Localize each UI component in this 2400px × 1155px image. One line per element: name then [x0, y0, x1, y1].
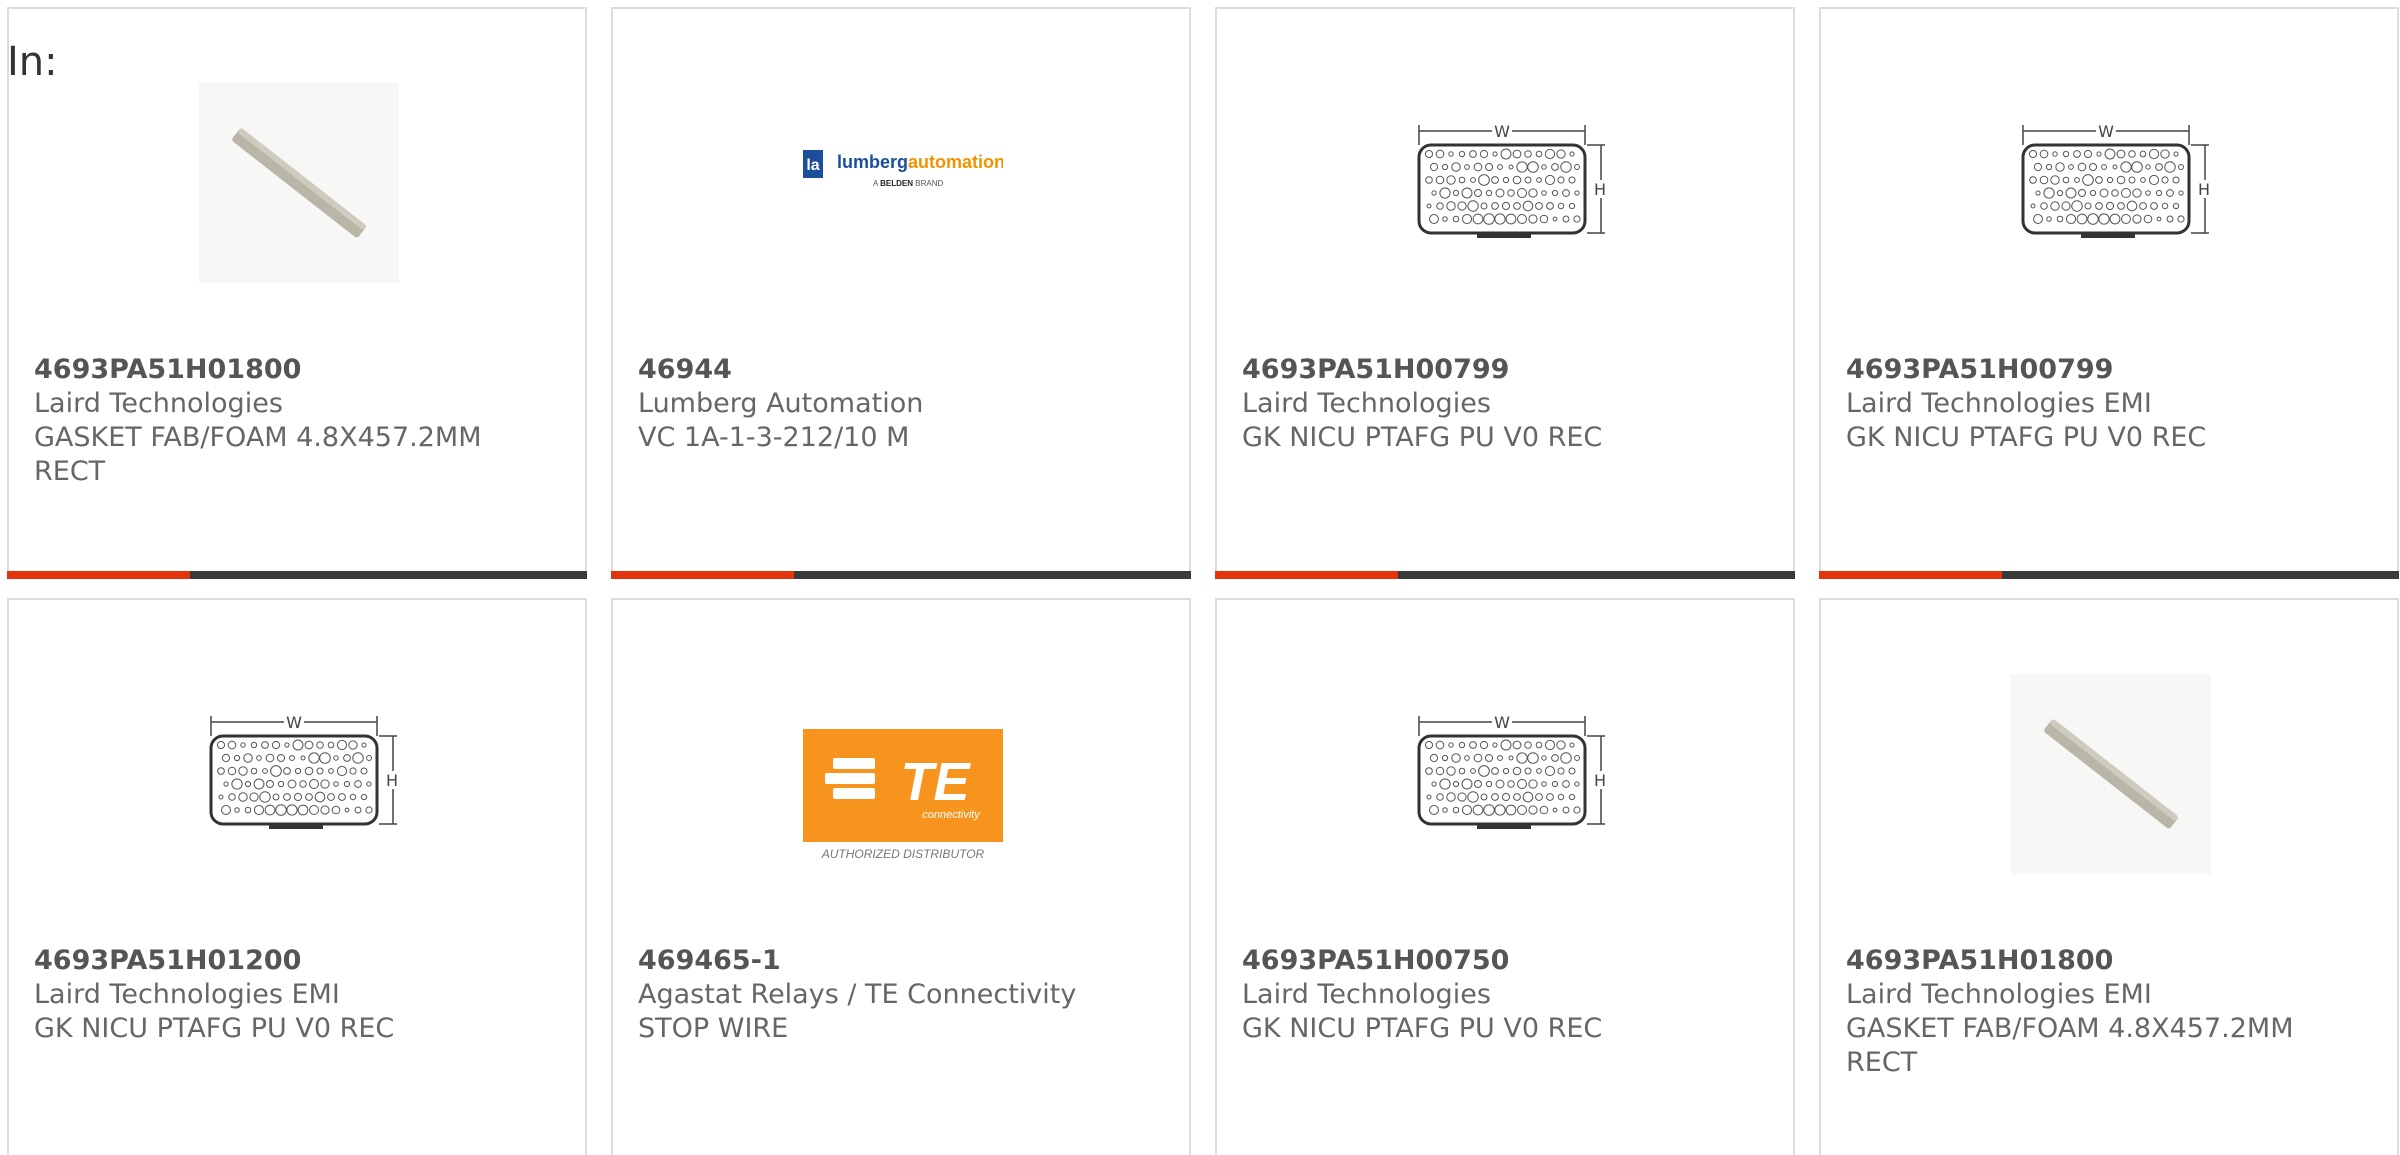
part-number[interactable]: 4693PA51H01800: [1846, 944, 2337, 978]
logo-tagline-pre: A: [873, 179, 879, 188]
card-bar: [611, 571, 1191, 579]
product-card[interactable]: 4693PA51H01800 Laird Technologies EMI GA…: [1819, 598, 2399, 1155]
product-image[interactable]: WH: [1407, 674, 1607, 874]
description: GK NICU PTAFG PU V0 REC: [1846, 422, 2207, 453]
product-card[interactable]: TE connectivity AUTHORIZED DISTRIBUTOR 4…: [611, 598, 1191, 1155]
product-grid: 4693PA51H01800 Laird Technologies GASKET…: [0, 0, 2400, 1155]
logo-brand-a: lumberg: [837, 152, 908, 172]
te-connectivity-logo: TE connectivity AUTHORIZED DISTRIBUTOR: [803, 729, 1003, 861]
description: GASKET FAB/FOAM 4.8X457.2MM RECT: [1846, 1013, 2294, 1078]
card-bar-accent: [7, 571, 190, 579]
part-number[interactable]: 4693PA51H00799: [1242, 353, 1733, 387]
manufacturer: Laird Technologies EMI: [1846, 388, 2152, 419]
manufacturer: Agastat Relays / TE Connectivity: [638, 979, 1077, 1010]
manufacturer: Lumberg Automation: [638, 388, 924, 419]
height-label: H: [386, 771, 398, 790]
height-label: H: [1594, 771, 1606, 790]
logo-tagline-post: BRAND: [915, 179, 943, 188]
part-number[interactable]: 4693PA51H01200: [34, 944, 525, 978]
product-info: 4693PA51H01200 Laird Technologies EMI GK…: [34, 944, 525, 1046]
card-bar: [1215, 571, 1795, 579]
product-card[interactable]: WH 4693PA51H00799 Laird Technologies EMI…: [1819, 7, 2399, 579]
product-card[interactable]: WH 4693PA51H00799 Laird Technologies GK …: [1215, 7, 1795, 579]
description: GK NICU PTAFG PU V0 REC: [1242, 1013, 1603, 1044]
svg-text:lumbergautomation: lumbergautomation: [837, 152, 1003, 172]
gasket-profile-diagram: WH: [1417, 713, 1607, 829]
product-info: 4693PA51H00750 Laird Technologies GK NIC…: [1242, 944, 1733, 1046]
page: In: 4693PA51H01800 Laird Technologies GA…: [0, 0, 2400, 1155]
logo-mark: la: [806, 157, 819, 174]
description: GASKET FAB/FOAM 4.8X457.2MM RECT: [34, 422, 482, 487]
product-info: 4693PA51H01800 Laird Technologies EMI GA…: [1846, 944, 2337, 1080]
width-label: W: [2098, 122, 2114, 141]
product-image[interactable]: WH: [1407, 83, 1607, 283]
te-logo-sub: connectivity: [922, 809, 981, 821]
card-bar-accent: [1215, 571, 1398, 579]
product-info: 4693PA51H00799 Laird Technologies GK NIC…: [1242, 353, 1733, 455]
product-info: 4693PA51H01800 Laird Technologies GASKET…: [34, 353, 525, 489]
manufacturer: Laird Technologies EMI: [34, 979, 340, 1010]
svg-text:A BELDEN BRAND: A BELDEN BRAND: [873, 179, 943, 188]
product-card[interactable]: 4693PA51H01800 Laird Technologies GASKET…: [7, 7, 587, 579]
product-card[interactable]: la lumbergautomation A BELDEN BRAND 4694…: [611, 7, 1191, 579]
product-info: 46944 Lumberg Automation VC 1A-1-3-212/1…: [638, 353, 1129, 455]
card-bar-accent: [611, 571, 794, 579]
part-number[interactable]: 4693PA51H01800: [34, 353, 525, 387]
manufacturer: Laird Technologies EMI: [1846, 979, 2152, 1010]
te-logo-caption: AUTHORIZED DISTRIBUTOR: [821, 847, 985, 861]
description: GK NICU PTAFG PU V0 REC: [34, 1013, 395, 1044]
lumberg-automation-logo: la lumbergautomation A BELDEN BRAND: [803, 150, 1003, 188]
part-number[interactable]: 4693PA51H00750: [1242, 944, 1733, 978]
description: VC 1A-1-3-212/10 M: [638, 422, 910, 453]
gasket-strip-image: [2011, 674, 2211, 874]
card-bar-accent: [1819, 571, 2002, 579]
product-info: 469465-1 Agastat Relays / TE Connectivit…: [638, 944, 1129, 1046]
width-label: W: [1494, 122, 1510, 141]
height-label: H: [1594, 180, 1606, 199]
product-image[interactable]: [199, 83, 399, 283]
gasket-profile-diagram: WH: [1417, 122, 1607, 238]
gasket-strip-image: [199, 83, 399, 283]
height-label: H: [2198, 180, 2210, 199]
logo-brand-b: automation: [908, 152, 1003, 172]
product-image[interactable]: la lumbergautomation A BELDEN BRAND: [803, 83, 1003, 283]
manufacturer: Laird Technologies: [1242, 388, 1491, 419]
product-image[interactable]: WH: [199, 674, 399, 874]
width-label: W: [1494, 713, 1510, 732]
width-label: W: [286, 713, 302, 732]
manufacturer: Laird Technologies: [34, 388, 283, 419]
description: STOP WIRE: [638, 1013, 789, 1044]
part-number[interactable]: 469465-1: [638, 944, 1129, 978]
manufacturer: Laird Technologies: [1242, 979, 1491, 1010]
card-bar: [7, 571, 587, 579]
card-bar: [1819, 571, 2399, 579]
description: GK NICU PTAFG PU V0 REC: [1242, 422, 1603, 453]
logo-tagline-bold: BELDEN: [880, 179, 913, 188]
te-logo-main: TE: [900, 752, 971, 812]
gasket-profile-diagram: WH: [209, 713, 399, 829]
gasket-profile-diagram: WH: [2021, 122, 2211, 238]
product-card[interactable]: WH 4693PA51H00750 Laird Technologies GK …: [1215, 598, 1795, 1155]
product-image[interactable]: [2011, 674, 2211, 874]
part-number[interactable]: 4693PA51H00799: [1846, 353, 2337, 387]
product-card[interactable]: WH 4693PA51H01200 Laird Technologies EMI…: [7, 598, 587, 1155]
in-label: In:: [7, 39, 58, 85]
product-image[interactable]: WH: [2011, 83, 2211, 283]
product-info: 4693PA51H00799 Laird Technologies EMI GK…: [1846, 353, 2337, 455]
part-number[interactable]: 46944: [638, 353, 1129, 387]
product-image[interactable]: TE connectivity AUTHORIZED DISTRIBUTOR: [803, 674, 1003, 874]
